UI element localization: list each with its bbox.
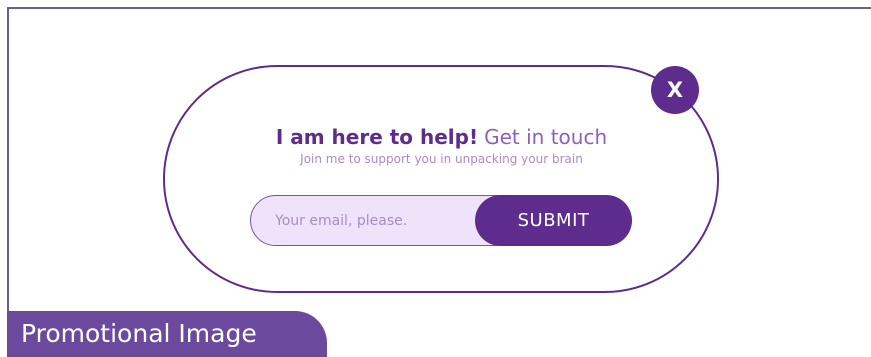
popup-headline: I am here to help! Get in touch — [0, 124, 871, 150]
close-button[interactable]: X — [651, 66, 699, 114]
headline-light-text: Get in touch — [484, 125, 608, 149]
promotional-image-label: Promotional Image — [7, 311, 327, 357]
signup-popup — [163, 65, 719, 293]
popup-subline: Join me to support you in unpacking your… — [300, 152, 583, 166]
submit-button[interactable]: SUBMIT — [475, 195, 632, 246]
headline-bold-text: I am here to help! — [275, 125, 479, 149]
email-input[interactable] — [250, 195, 510, 246]
